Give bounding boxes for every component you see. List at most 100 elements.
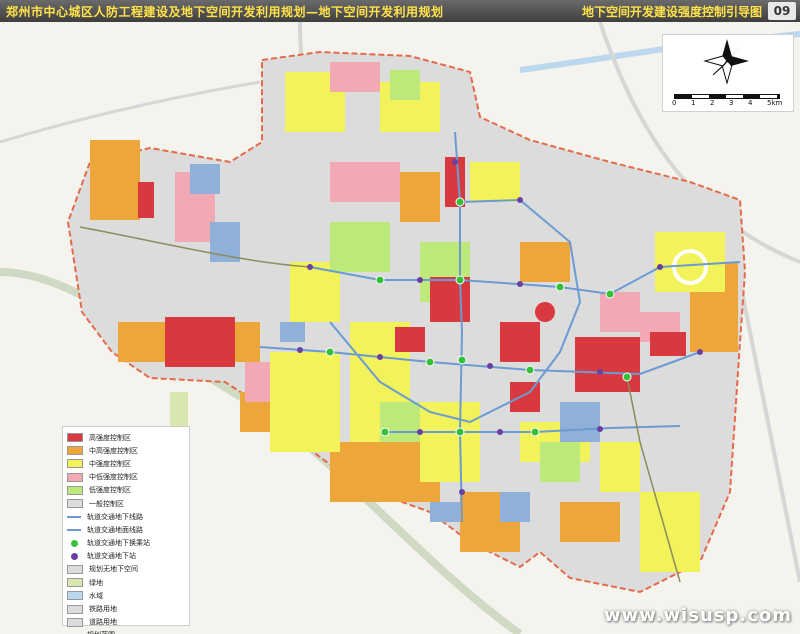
scale-tick: 3 bbox=[729, 99, 734, 107]
zone-block bbox=[390, 70, 420, 100]
zone-block bbox=[420, 402, 480, 482]
legend-label: 铁路用地 bbox=[89, 605, 117, 614]
map-title: 郑州市中心城区人防工程建设及地下空间开发利用规划—地下空间开发利用规划 bbox=[6, 5, 444, 19]
legend-item: 规划范围 bbox=[67, 629, 185, 634]
transfer-station bbox=[455, 275, 465, 285]
legend-swatch bbox=[67, 604, 83, 614]
zone-block bbox=[395, 327, 425, 352]
legend-item: 道路用地 bbox=[67, 616, 185, 629]
legend-label: 高强度控制区 bbox=[89, 433, 131, 442]
legend-swatch bbox=[67, 433, 83, 443]
station bbox=[377, 354, 383, 360]
legend-label: 绿地 bbox=[89, 578, 103, 587]
legend-swatch bbox=[67, 472, 83, 482]
scale-bar-graphic bbox=[674, 94, 780, 99]
zone-block bbox=[430, 277, 470, 322]
zone-block bbox=[600, 292, 640, 332]
legend-item: 规划无地下空间 bbox=[67, 563, 185, 576]
transfer-station bbox=[325, 347, 335, 357]
zone-block bbox=[270, 352, 340, 452]
zone-block bbox=[245, 362, 270, 402]
legend-label: 水域 bbox=[89, 591, 103, 600]
transfer-station bbox=[457, 355, 467, 365]
zone-block bbox=[330, 62, 380, 92]
legend-swatch bbox=[67, 446, 83, 456]
station bbox=[697, 349, 703, 355]
transfer-station bbox=[425, 357, 435, 367]
transfer-station bbox=[555, 282, 565, 292]
transfer-station bbox=[455, 427, 465, 437]
zone-block bbox=[650, 332, 686, 356]
legend-label: 一般控制区 bbox=[89, 499, 124, 508]
legend-item: 绿地 bbox=[67, 576, 185, 589]
zone-block bbox=[138, 182, 154, 218]
legend-item: 低强度控制区 bbox=[67, 484, 185, 497]
legend-swatch bbox=[67, 617, 83, 627]
zone-block bbox=[90, 140, 140, 220]
header-bar: 郑州市中心城区人防工程建设及地下空间开发利用规划—地下空间开发利用规划 地下空间… bbox=[0, 0, 800, 22]
scale-tick: 5km bbox=[767, 99, 783, 107]
parcel-block bbox=[430, 502, 460, 522]
legend-label: 道路用地 bbox=[89, 618, 117, 627]
zone-block bbox=[535, 302, 555, 322]
legend-label: 中低强度控制区 bbox=[89, 473, 138, 482]
legend-label: 轨道交通地下换乘站 bbox=[87, 539, 150, 548]
scale-tick: 0 bbox=[672, 99, 677, 107]
legend-swatch bbox=[67, 578, 83, 588]
map-page: 郑州市中心城区人防工程建设及地下空间开发利用规划—地下空间开发利用规划 地下空间… bbox=[0, 0, 800, 634]
station bbox=[307, 264, 313, 270]
zone-block bbox=[510, 382, 540, 412]
page-number: 09 bbox=[768, 2, 796, 20]
scale-tick: 4 bbox=[748, 99, 753, 107]
zone-block bbox=[118, 322, 166, 362]
legend-swatch bbox=[71, 552, 78, 560]
map-legend: 高强度控制区中高强度控制区中强度控制区 中低强度控制区 低强度控制区 一般控制区轨道交… bbox=[62, 426, 190, 634]
station bbox=[517, 197, 523, 203]
transfer-station bbox=[375, 275, 385, 285]
legend-label: 低强度控制区 bbox=[89, 486, 131, 495]
legend-label: 轨道交通地下站 bbox=[87, 552, 136, 561]
transfer-station bbox=[525, 365, 535, 375]
zone-block bbox=[330, 222, 390, 272]
legend-swatch bbox=[67, 485, 83, 495]
zone-block bbox=[470, 162, 520, 202]
zone-block bbox=[500, 322, 540, 362]
station bbox=[597, 369, 603, 375]
legend-label: 规划无地下空间 bbox=[89, 565, 138, 574]
watermark: www.wisusp.com bbox=[603, 605, 792, 626]
zone-block bbox=[640, 492, 700, 572]
legend-item: 轨道交通地下站 bbox=[67, 550, 185, 563]
legend-swatch bbox=[67, 515, 81, 518]
legend-swatch bbox=[67, 528, 81, 531]
legend-label: 轨道交通地面线路 bbox=[87, 525, 143, 534]
station bbox=[517, 281, 523, 287]
parcel-block bbox=[560, 402, 600, 442]
station bbox=[497, 429, 503, 435]
scale-tick: 1 bbox=[691, 99, 696, 107]
legend-item: 高强度控制区 bbox=[67, 431, 185, 444]
legend-swatch bbox=[67, 459, 83, 469]
transfer-station bbox=[605, 289, 615, 299]
zone-block bbox=[600, 442, 640, 492]
legend-swatch bbox=[67, 499, 83, 509]
legend-item: 水域 bbox=[67, 589, 185, 602]
parcel-block bbox=[190, 164, 220, 194]
transfer-station bbox=[622, 372, 632, 382]
map-subtitle: 地下空间开发建设强度控制引导图 bbox=[581, 5, 762, 19]
station bbox=[597, 426, 603, 432]
legend-item: 轨道交通地下换乘站 bbox=[67, 537, 185, 550]
zone-block bbox=[330, 162, 400, 202]
legend-swatch bbox=[67, 591, 83, 601]
highway bbox=[738, 281, 800, 583]
north-arrow-icon bbox=[703, 39, 749, 85]
station bbox=[657, 264, 663, 270]
legend-item: 中高强度控制区 bbox=[67, 444, 185, 457]
legend-label: 轨道交通地下线路 bbox=[87, 512, 143, 521]
legend-item: 轨道交通地面线路 bbox=[67, 523, 185, 536]
zone-block bbox=[560, 502, 620, 542]
transfer-station bbox=[380, 427, 390, 437]
transfer-station bbox=[455, 197, 465, 207]
legend-label: 中强度控制区 bbox=[89, 459, 131, 468]
transfer-station bbox=[530, 427, 540, 437]
zone-block bbox=[520, 242, 570, 282]
